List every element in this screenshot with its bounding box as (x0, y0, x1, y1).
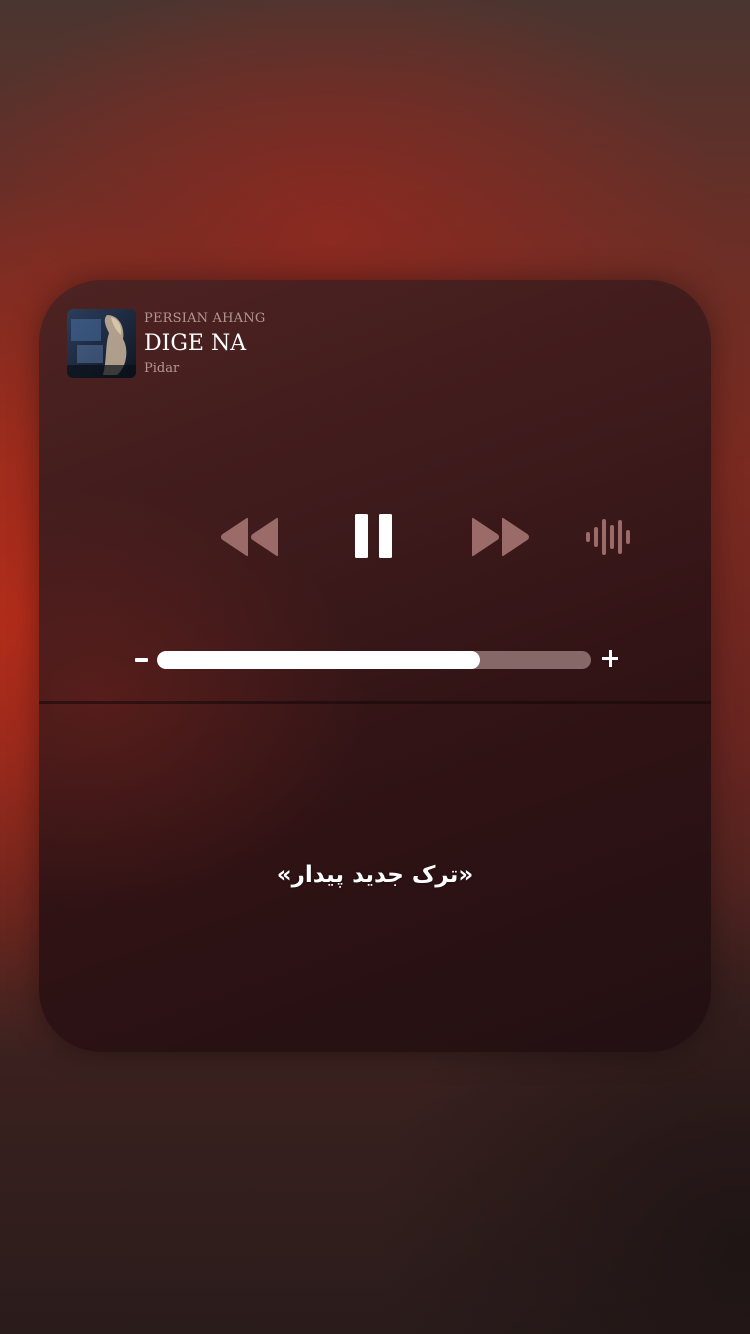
volume-slider[interactable] (157, 651, 591, 669)
media-player-card: PERSIAN AHANG DIGE NA Pidar «ترک جدید پی… (39, 280, 711, 1052)
waveform-icon (586, 519, 630, 555)
audio-output-button[interactable] (584, 516, 636, 558)
pause-button[interactable] (354, 513, 394, 559)
rewind-button[interactable] (219, 516, 281, 558)
fast-forward-button[interactable] (469, 516, 531, 558)
album-cover-image (67, 309, 136, 378)
artist-name: Pidar (144, 361, 180, 376)
album-art[interactable] (67, 309, 136, 378)
caption-text: «ترک جدید پیدار» (276, 862, 474, 888)
volume-plus-icon[interactable] (600, 647, 620, 671)
fast-forward-icon (472, 517, 529, 557)
volume-fill (157, 651, 481, 669)
divider (39, 701, 711, 704)
source-label: PERSIAN AHANG (144, 311, 266, 326)
track-title: DIGE NA (144, 331, 247, 356)
rewind-icon (221, 517, 278, 557)
volume-minus-icon[interactable] (133, 645, 151, 675)
pause-icon (355, 514, 392, 558)
